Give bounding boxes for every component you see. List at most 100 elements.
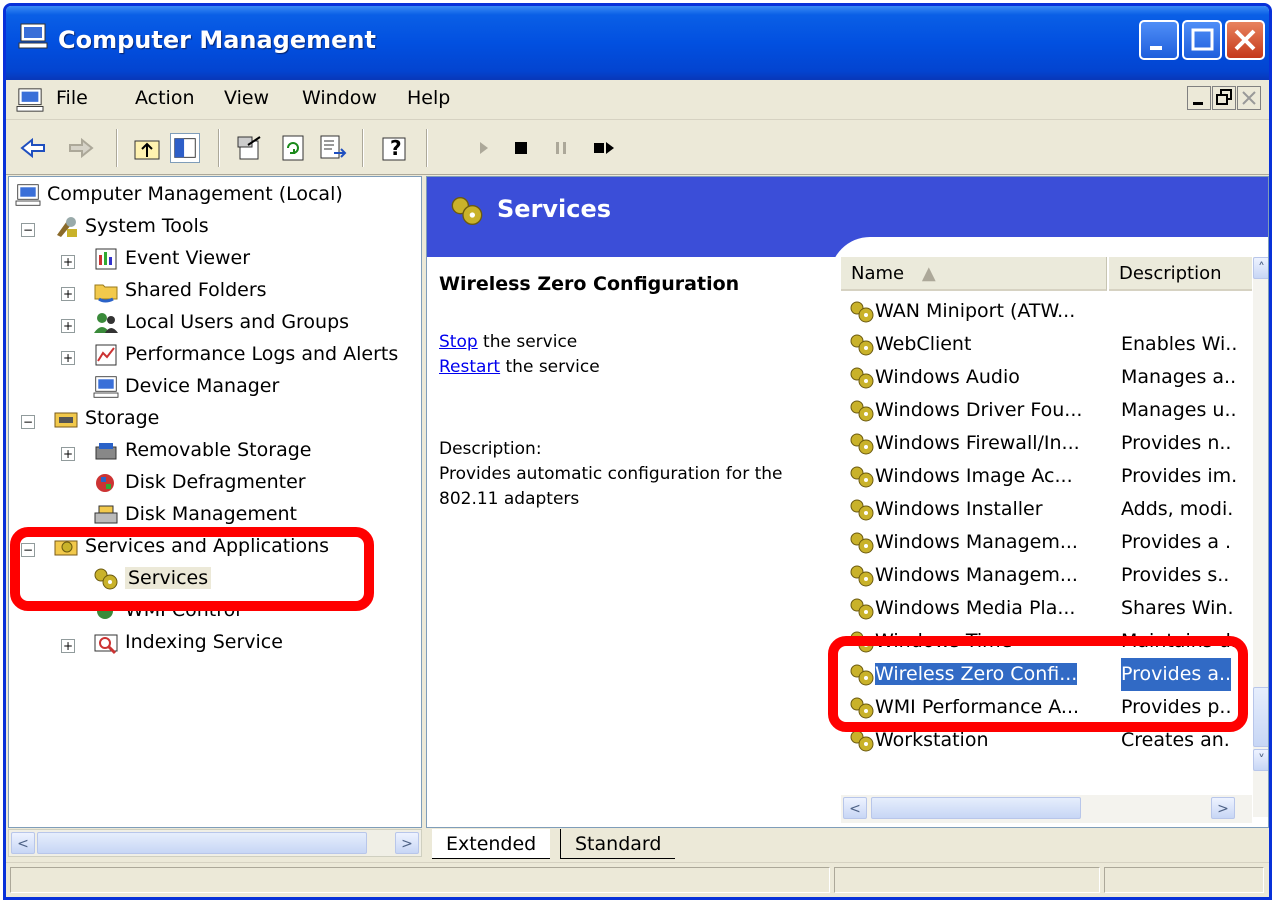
expand-icon[interactable]: + (61, 351, 75, 365)
expand-icon[interactable]: + (61, 287, 75, 301)
scroll-right-icon[interactable]: > (1211, 797, 1235, 819)
child-minimize-button[interactable] (1187, 86, 1211, 110)
service-row[interactable]: Windows Firewall/In... Provides n.. (841, 427, 1252, 460)
service-row[interactable]: Windows Audio Manages a.. (841, 361, 1252, 394)
service-gears-icon (850, 565, 874, 586)
tab-extended[interactable]: Extended (432, 829, 551, 859)
menu-window[interactable]: Window (302, 87, 377, 109)
system-menu-icon[interactable] (16, 87, 44, 113)
column-header-description[interactable]: Description (1109, 257, 1252, 291)
start-service-icon[interactable] (468, 133, 498, 163)
service-row[interactable]: Windows Driver Fou... Manages u.. (841, 394, 1252, 427)
scrollbar-thumb[interactable] (871, 797, 1081, 819)
back-icon[interactable] (18, 133, 48, 163)
service-row[interactable]: Windows Image Ac... Provides im. (841, 460, 1252, 493)
stop-service-link[interactable]: Stop (439, 332, 478, 352)
service-name: Windows Firewall/In... (875, 432, 1080, 454)
tree-item-shared-folders[interactable]: Shared Folders (93, 275, 267, 305)
refresh-icon[interactable] (278, 133, 308, 163)
tree-item-system-tools[interactable]: System Tools (53, 211, 209, 241)
expand-icon[interactable]: + (61, 639, 75, 653)
expand-icon[interactable]: + (61, 447, 75, 461)
tree-item-performance-logs[interactable]: Performance Logs and Alerts (93, 339, 398, 369)
stop-service-icon[interactable] (506, 133, 536, 163)
service-gears-icon (850, 400, 874, 421)
scroll-left-icon[interactable]: < (11, 832, 35, 854)
selected-service-title: Wireless Zero Configuration (439, 273, 740, 295)
list-horizontal-scrollbar[interactable]: < > (841, 795, 1252, 823)
gears-icon (451, 197, 483, 225)
tree-item-root[interactable]: Computer Management (Local) (15, 179, 343, 209)
tree-horizontal-scrollbar[interactable]: < > (8, 829, 422, 857)
expand-icon[interactable]: + (61, 255, 75, 269)
export-list-icon[interactable] (318, 133, 348, 163)
tree-item-label: Indexing Service (125, 631, 283, 653)
svg-text:?: ? (390, 136, 402, 160)
show-hide-tree-icon[interactable] (170, 133, 200, 163)
restore-icon (1216, 89, 1232, 105)
collapse-icon[interactable]: − (21, 223, 35, 237)
restart-service-link[interactable]: Restart (439, 357, 500, 377)
service-row[interactable]: Windows Managem... Provides a . (841, 526, 1252, 559)
tree-item-device-manager[interactable]: Device Manager (93, 371, 279, 401)
console-tree: Computer Management (Local) − System Too… (8, 176, 422, 828)
shared-folder-icon (94, 284, 118, 302)
service-row[interactable]: WAN Miniport (ATW... (841, 295, 1252, 328)
service-gears-icon (850, 499, 874, 520)
tree-item-local-users[interactable]: Local Users and Groups (93, 307, 349, 337)
service-description: Adds, modi. (1121, 498, 1234, 520)
tree-item-disk-management[interactable]: Disk Management (93, 499, 297, 529)
tree-item-label: Disk Defragmenter (125, 471, 306, 493)
menu-help[interactable]: Help (407, 87, 450, 109)
toolbar: ? (6, 121, 1269, 175)
close-icon (1234, 29, 1256, 51)
tree-item-disk-defragmenter[interactable]: Disk Defragmenter (93, 467, 306, 497)
service-name-cell: Windows Managem... (849, 526, 1078, 559)
menu-view[interactable]: View (224, 87, 269, 109)
column-header-name[interactable]: Name ▲ (841, 257, 1107, 291)
pause-service-icon[interactable] (546, 133, 576, 163)
scroll-down-icon[interactable]: ˅ (1253, 749, 1268, 771)
services-list: Name ▲ Description WAN Miniport (ATW... W… (841, 257, 1252, 817)
restart-service-icon[interactable] (588, 133, 618, 163)
computer-management-icon (18, 23, 48, 49)
child-close-button[interactable] (1237, 86, 1261, 110)
tree-item-indexing-service[interactable]: Indexing Service (93, 627, 283, 657)
scroll-left-icon[interactable]: < (843, 797, 867, 819)
scrollbar-thumb[interactable] (1253, 687, 1268, 747)
status-cell-main (10, 867, 830, 893)
title-bar[interactable]: Computer Management (6, 6, 1269, 80)
service-description: Provides s.. (1121, 564, 1230, 586)
service-row[interactable]: WebClient Enables Wi.. (841, 328, 1252, 361)
tab-standard[interactable]: Standard (560, 829, 676, 859)
scrollbar-thumb[interactable] (37, 832, 367, 854)
scroll-up-icon[interactable]: ˄ (1253, 257, 1268, 279)
service-row[interactable]: Windows Media Pla... Shares Win. (841, 592, 1252, 625)
forward-icon[interactable] (66, 133, 96, 163)
collapse-icon[interactable]: − (21, 415, 35, 429)
service-row[interactable]: Windows Installer Adds, modi. (841, 493, 1252, 526)
expand-icon[interactable]: + (61, 319, 75, 333)
status-cell-middle (834, 867, 1100, 893)
scroll-right-icon[interactable]: > (395, 832, 419, 854)
menu-action[interactable]: Action (135, 87, 195, 109)
tree-item-removable-storage[interactable]: Removable Storage (93, 435, 311, 465)
system-tools-icon (57, 216, 77, 237)
list-vertical-scrollbar[interactable]: ˄ ˅ (1253, 257, 1268, 817)
service-gears-icon (850, 532, 874, 553)
tree-item-storage[interactable]: Storage (53, 403, 159, 433)
tree-item-event-viewer[interactable]: Event Viewer (93, 243, 250, 273)
close-button[interactable] (1225, 20, 1265, 60)
description-text-line2: 802.11 adapters (439, 489, 580, 509)
up-one-level-icon[interactable] (132, 133, 162, 163)
help-icon[interactable]: ? (380, 133, 410, 163)
service-row[interactable]: Windows Managem... Provides s.. (841, 559, 1252, 592)
services-header: Services (427, 177, 1268, 277)
properties-icon[interactable] (234, 133, 264, 163)
minimize-button[interactable] (1139, 20, 1179, 60)
menu-file[interactable]: File (56, 87, 88, 109)
child-restore-button[interactable] (1212, 86, 1236, 110)
maximize-button[interactable] (1182, 20, 1222, 60)
service-gears-icon (850, 367, 874, 388)
tree-item-label: Shared Folders (125, 279, 267, 301)
